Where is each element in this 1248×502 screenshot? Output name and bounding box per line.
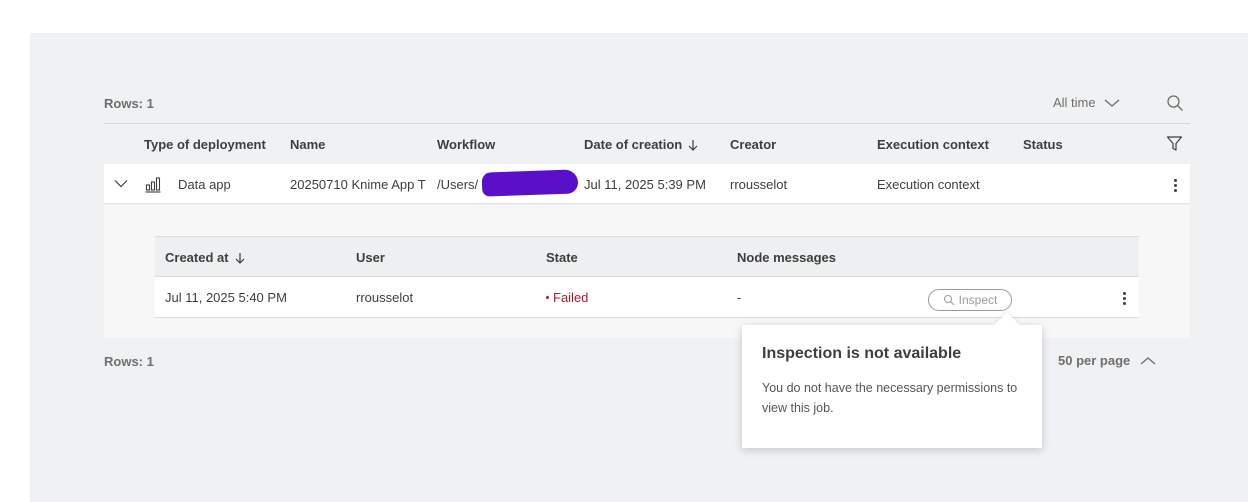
chevron-down-icon — [1104, 99, 1120, 107]
job-menu-icon[interactable] — [1122, 292, 1126, 305]
col-creator[interactable]: Creator — [730, 137, 776, 152]
row-menu-icon[interactable] — [1173, 179, 1177, 192]
row-workflow: /Users/ — [437, 177, 479, 192]
inspect-button[interactable]: Inspect — [928, 289, 1012, 311]
col-date[interactable]: Date of creation — [584, 137, 698, 152]
inspect-button-label: Inspect — [958, 293, 998, 307]
job-node-messages: - — [737, 290, 742, 305]
inspection-tooltip: Inspection is not available You do not h… — [742, 312, 1042, 448]
per-page-label: 50 per page — [1058, 353, 1131, 368]
chevron-up-icon — [1140, 356, 1156, 364]
jobs-col-node-messages[interactable]: Node messages — [737, 250, 836, 265]
tooltip-body: You do not have the necessary permission… — [762, 381, 1018, 415]
col-name[interactable]: Name — [290, 137, 325, 152]
data-app-icon — [145, 177, 161, 193]
row-name: 20250710 Knime App T — [290, 177, 426, 192]
per-page-dropdown[interactable]: 50 per page — [1058, 353, 1156, 368]
redaction-scribble — [481, 169, 579, 197]
rows-count: Rows: 1 — [104, 96, 154, 111]
time-filter-label: All time — [1053, 95, 1096, 110]
jobs-col-state[interactable]: State — [546, 250, 578, 265]
job-user: rrousselot — [356, 290, 414, 305]
col-type[interactable]: Type of deployment — [144, 137, 266, 152]
col-execution-context[interactable]: Execution context — [877, 137, 989, 152]
sort-down-icon — [235, 252, 245, 264]
tooltip-title: Inspection is not available — [762, 345, 962, 362]
filter-icon[interactable] — [1166, 135, 1183, 152]
jobs-col-user[interactable]: User — [356, 250, 385, 265]
row-creator: rrousselot — [730, 177, 788, 192]
footer-rows-count: Rows: 1 — [104, 354, 154, 369]
expand-chevron-icon[interactable] — [114, 179, 128, 188]
job-state-label: Failed — [553, 290, 589, 305]
inspect-icon — [943, 295, 954, 306]
jobs-header — [155, 236, 1139, 277]
jobs-col-created-at-label: Created at — [165, 250, 229, 265]
job-state-badge: Failed — [546, 290, 588, 305]
row-date: Jul 11, 2025 5:39 PM — [584, 177, 706, 192]
search-icon[interactable] — [1166, 94, 1184, 112]
jobs-col-created-at[interactable]: Created at — [165, 250, 245, 265]
row-execution-context: Execution context — [877, 177, 980, 192]
col-date-label: Date of creation — [584, 137, 683, 152]
col-status[interactable]: Status — [1023, 137, 1063, 152]
row-type: Data app — [178, 177, 231, 192]
job-created-at: Jul 11, 2025 5:40 PM — [165, 290, 287, 305]
header-divider — [104, 123, 1190, 124]
failed-dot-icon — [546, 296, 549, 299]
time-filter-dropdown[interactable]: All time — [1053, 95, 1120, 110]
col-workflow[interactable]: Workflow — [437, 137, 495, 152]
sort-down-icon — [688, 139, 698, 151]
